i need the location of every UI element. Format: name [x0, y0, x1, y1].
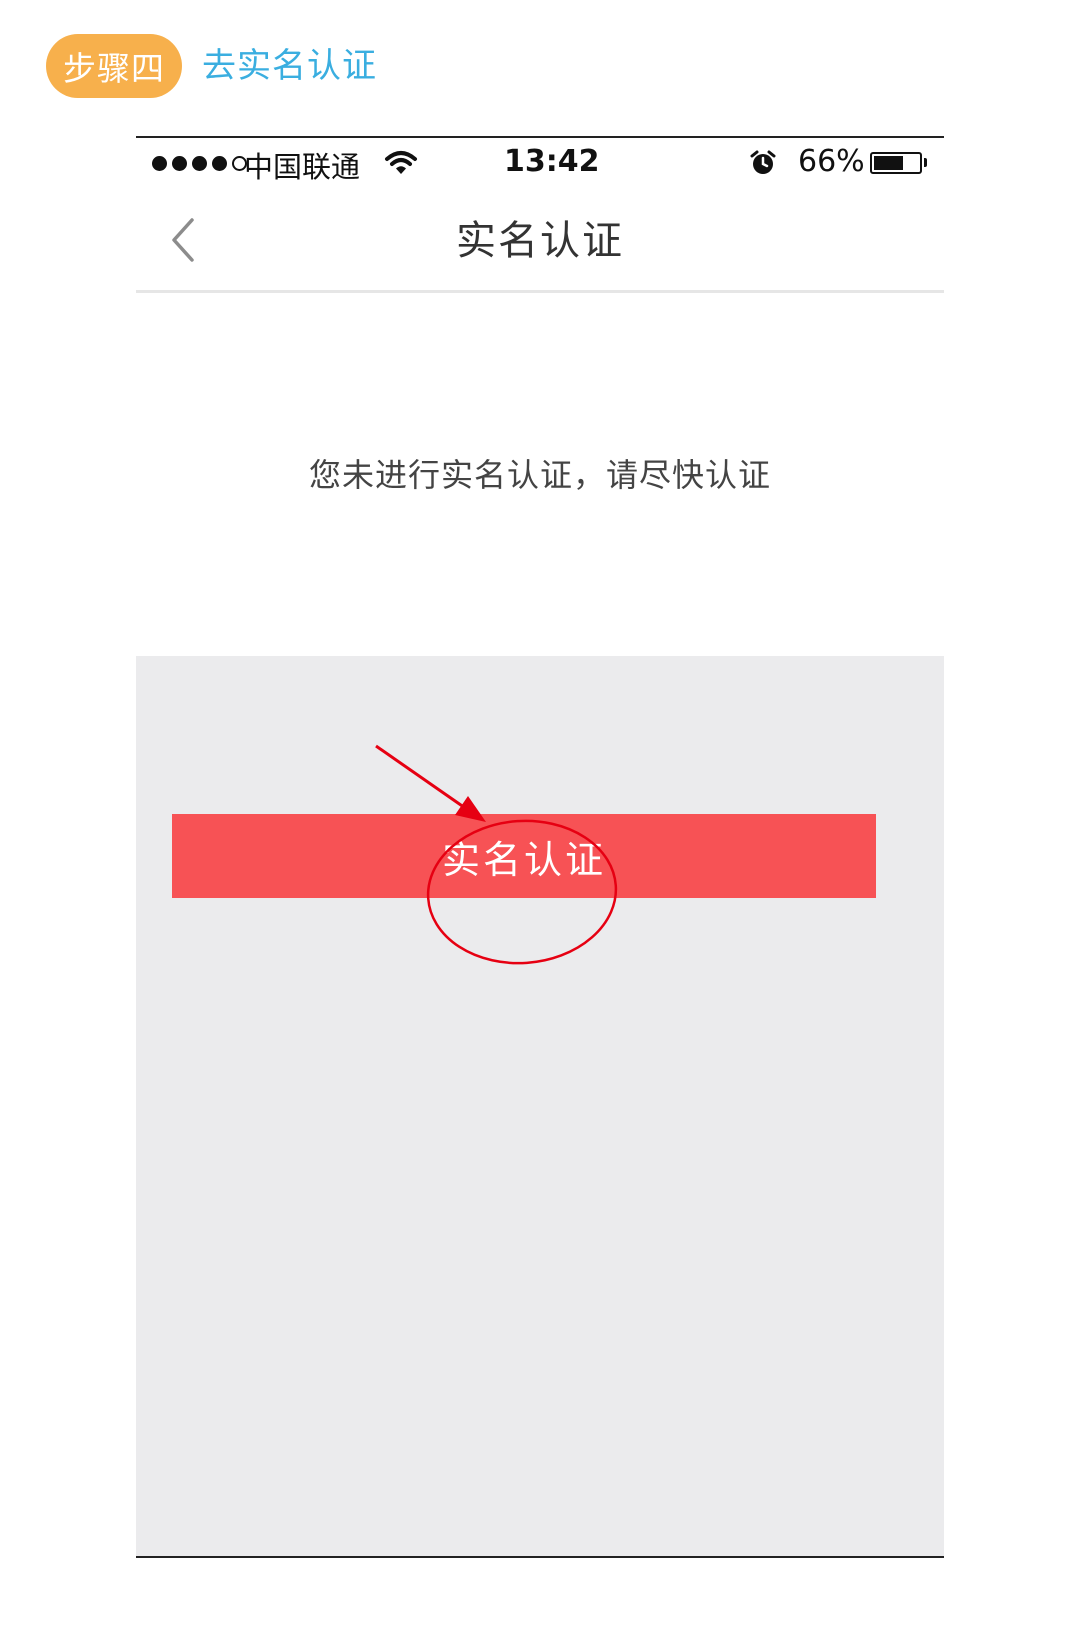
battery-tip	[924, 158, 927, 167]
signal-dot	[212, 155, 227, 171]
alarm-icon	[750, 150, 776, 174]
signal-dot	[152, 155, 167, 171]
wifi-icon	[385, 151, 417, 174]
status-time: 13:42	[504, 144, 600, 179]
verification-notice: 您未进行实名认证，请尽快认证	[308, 456, 771, 494]
battery-percentage: 66%	[798, 144, 865, 179]
action-area: 实名认证	[136, 656, 944, 1556]
carrier-name: 中国联通	[244, 150, 361, 184]
status-bar: 中国联通 13:42 66%	[136, 138, 944, 190]
signal-dot	[192, 155, 207, 171]
page-title: 实名认证	[456, 218, 624, 264]
nav-bar: 实名认证	[136, 190, 944, 293]
phone-screenshot: 中国联通 13:42 66% 实名认证 您未进行实名认证，请尽快认证 实名认证	[136, 136, 944, 1558]
battery-fill	[874, 156, 903, 170]
battery-icon	[870, 152, 922, 174]
verify-identity-button[interactable]: 实名认证	[172, 814, 876, 898]
signal-dot	[172, 155, 187, 171]
step-badge: 步骤四	[46, 34, 182, 98]
step-title: 去实名认证	[202, 46, 377, 86]
signal-strength-icon	[152, 146, 247, 180]
